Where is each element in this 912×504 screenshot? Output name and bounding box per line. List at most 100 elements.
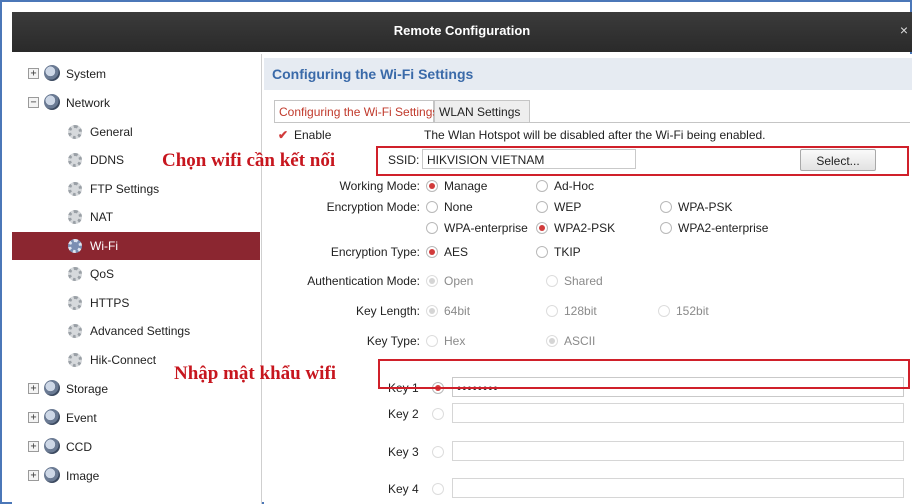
tab-divider bbox=[274, 122, 910, 123]
radio-none-label: None bbox=[444, 200, 473, 214]
sidebar-tree: + System − Network General DDNS FTP Sett… bbox=[12, 54, 262, 504]
radio-key-4[interactable] bbox=[432, 483, 444, 495]
radio-wpa-psk-label: WPA-PSK bbox=[678, 200, 733, 214]
sidebar-item-label: DDNS bbox=[90, 153, 125, 167]
expand-icon[interactable]: + bbox=[28, 412, 39, 423]
sidebar-item-label: Advanced Settings bbox=[90, 324, 191, 338]
sidebar-item-ccd[interactable]: + CCD bbox=[12, 433, 260, 461]
key-4-password-field[interactable] bbox=[452, 478, 904, 498]
key-4-label: Key 4 bbox=[388, 482, 419, 496]
enable-label: Enable bbox=[294, 128, 332, 142]
working-mode-label: Working Mode: bbox=[339, 179, 420, 193]
sidebar-item-event[interactable]: + Event bbox=[12, 404, 260, 432]
key-length-label: Key Length: bbox=[355, 304, 420, 318]
key-annotation: Nhập mật khẩu wifi bbox=[174, 363, 337, 384]
gear-icon bbox=[68, 353, 82, 367]
key-3-password-field[interactable] bbox=[452, 441, 904, 461]
radio-wep[interactable] bbox=[536, 201, 548, 213]
sidebar-item-system[interactable]: + System bbox=[12, 60, 260, 88]
sidebar-item-label: Hik-Connect bbox=[90, 353, 157, 367]
radio-ad-hoc[interactable] bbox=[536, 180, 548, 192]
radio-ad-hoc-label: Ad-Hoc bbox=[554, 179, 595, 193]
enable-checkbox[interactable]: ✔ bbox=[278, 129, 290, 141]
title-bar: Remote Configuration × bbox=[12, 12, 912, 52]
radio-manage-label: Manage bbox=[444, 179, 488, 193]
expand-icon[interactable]: + bbox=[28, 441, 39, 452]
radio-shared[interactable] bbox=[546, 275, 558, 287]
radio-ascii[interactable] bbox=[546, 335, 558, 347]
gear-icon bbox=[68, 239, 82, 253]
gear-icon bbox=[68, 153, 82, 167]
sidebar-item-network[interactable]: − Network bbox=[12, 89, 260, 117]
radio-aes[interactable] bbox=[426, 246, 438, 258]
radio-128bit[interactable] bbox=[546, 305, 558, 317]
radio-152bit[interactable] bbox=[658, 305, 670, 317]
sidebar-item-nat[interactable]: NAT bbox=[12, 203, 260, 231]
authentication-mode-label: Authentication Mode: bbox=[307, 274, 420, 288]
encryption-mode-label: Encryption Mode: bbox=[326, 200, 420, 214]
radio-64bit-label: 64bit bbox=[444, 304, 471, 318]
radio-64bit[interactable] bbox=[426, 305, 438, 317]
key-2-password-field[interactable] bbox=[452, 403, 904, 423]
radio-key-3[interactable] bbox=[432, 446, 444, 458]
gear-icon bbox=[68, 296, 82, 310]
radio-aes-label: AES bbox=[444, 245, 469, 259]
radio-hex[interactable] bbox=[426, 335, 438, 347]
sidebar-item-wifi[interactable]: Wi-Fi bbox=[12, 232, 260, 260]
window-title: Remote Configuration bbox=[393, 23, 531, 38]
radio-wpa2-psk[interactable] bbox=[536, 222, 548, 234]
sidebar-item-advanced-settings[interactable]: Advanced Settings bbox=[12, 317, 260, 345]
radio-open[interactable] bbox=[426, 275, 438, 287]
radio-manage[interactable] bbox=[426, 180, 438, 192]
radio-wpa2-enterprise-label: WPA2-enterprise bbox=[678, 221, 769, 235]
radio-tkip[interactable] bbox=[536, 246, 548, 258]
gear-icon bbox=[68, 267, 82, 281]
sidebar-item-label: General bbox=[90, 125, 133, 139]
radio-wep-label: WEP bbox=[554, 200, 582, 214]
sidebar-item-qos[interactable]: QoS bbox=[12, 260, 260, 288]
category-icon bbox=[44, 94, 60, 110]
radio-128bit-label: 128bit bbox=[564, 304, 597, 318]
sidebar-item-label: Event bbox=[66, 411, 97, 425]
page-title: Configuring the Wi-Fi Settings bbox=[272, 66, 474, 82]
tab-wlan-settings[interactable]: WLAN Settings bbox=[434, 100, 530, 122]
expand-icon[interactable]: + bbox=[28, 68, 39, 79]
radio-ascii-label: ASCII bbox=[564, 334, 596, 348]
sidebar-item-label: QoS bbox=[90, 267, 115, 281]
radio-open-label: Open bbox=[444, 274, 474, 288]
ssid-annotation: Chọn wifi cần kết nối bbox=[162, 150, 336, 171]
category-icon bbox=[44, 409, 60, 425]
radio-none[interactable] bbox=[426, 201, 438, 213]
sidebar-item-image[interactable]: + Image bbox=[12, 462, 260, 490]
radio-key-2[interactable] bbox=[432, 408, 444, 420]
expand-icon[interactable]: + bbox=[28, 470, 39, 481]
sidebar-item-label: Storage bbox=[66, 382, 109, 396]
sidebar-item-ftp-settings[interactable]: FTP Settings bbox=[12, 175, 260, 203]
radio-wpa2-psk-label: WPA2-PSK bbox=[554, 221, 616, 235]
category-icon bbox=[44, 438, 60, 454]
radio-shared-label: Shared bbox=[564, 274, 603, 288]
gear-icon bbox=[68, 125, 82, 139]
sidebar-item-general[interactable]: General bbox=[12, 118, 260, 146]
tab-configuring-wifi[interactable]: Configuring the Wi-Fi Settings bbox=[274, 100, 438, 122]
radio-wpa-enterprise-label: WPA-enterprise bbox=[444, 221, 528, 235]
remote-configuration-window: Remote Configuration × + System − Networ… bbox=[0, 0, 912, 504]
encryption-type-label: Encryption Type: bbox=[330, 245, 420, 259]
close-icon[interactable]: × bbox=[900, 22, 908, 38]
key-highlight-box bbox=[378, 359, 910, 389]
expand-icon[interactable]: + bbox=[28, 383, 39, 394]
category-icon bbox=[44, 467, 60, 483]
sidebar-item-label: NAT bbox=[90, 210, 114, 224]
gear-icon bbox=[68, 182, 82, 196]
radio-wpa2-enterprise[interactable] bbox=[660, 222, 672, 234]
sidebar-item-label: HTTPS bbox=[90, 296, 130, 310]
collapse-icon[interactable]: − bbox=[28, 97, 39, 108]
category-icon bbox=[44, 380, 60, 396]
radio-wpa-enterprise[interactable] bbox=[426, 222, 438, 234]
sidebar-item-https[interactable]: HTTPS bbox=[12, 289, 260, 317]
radio-hex-label: Hex bbox=[444, 334, 466, 348]
gear-icon bbox=[68, 324, 82, 338]
category-icon bbox=[44, 65, 60, 81]
radio-wpa-psk[interactable] bbox=[660, 201, 672, 213]
sidebar-item-label: Wi-Fi bbox=[90, 239, 118, 253]
